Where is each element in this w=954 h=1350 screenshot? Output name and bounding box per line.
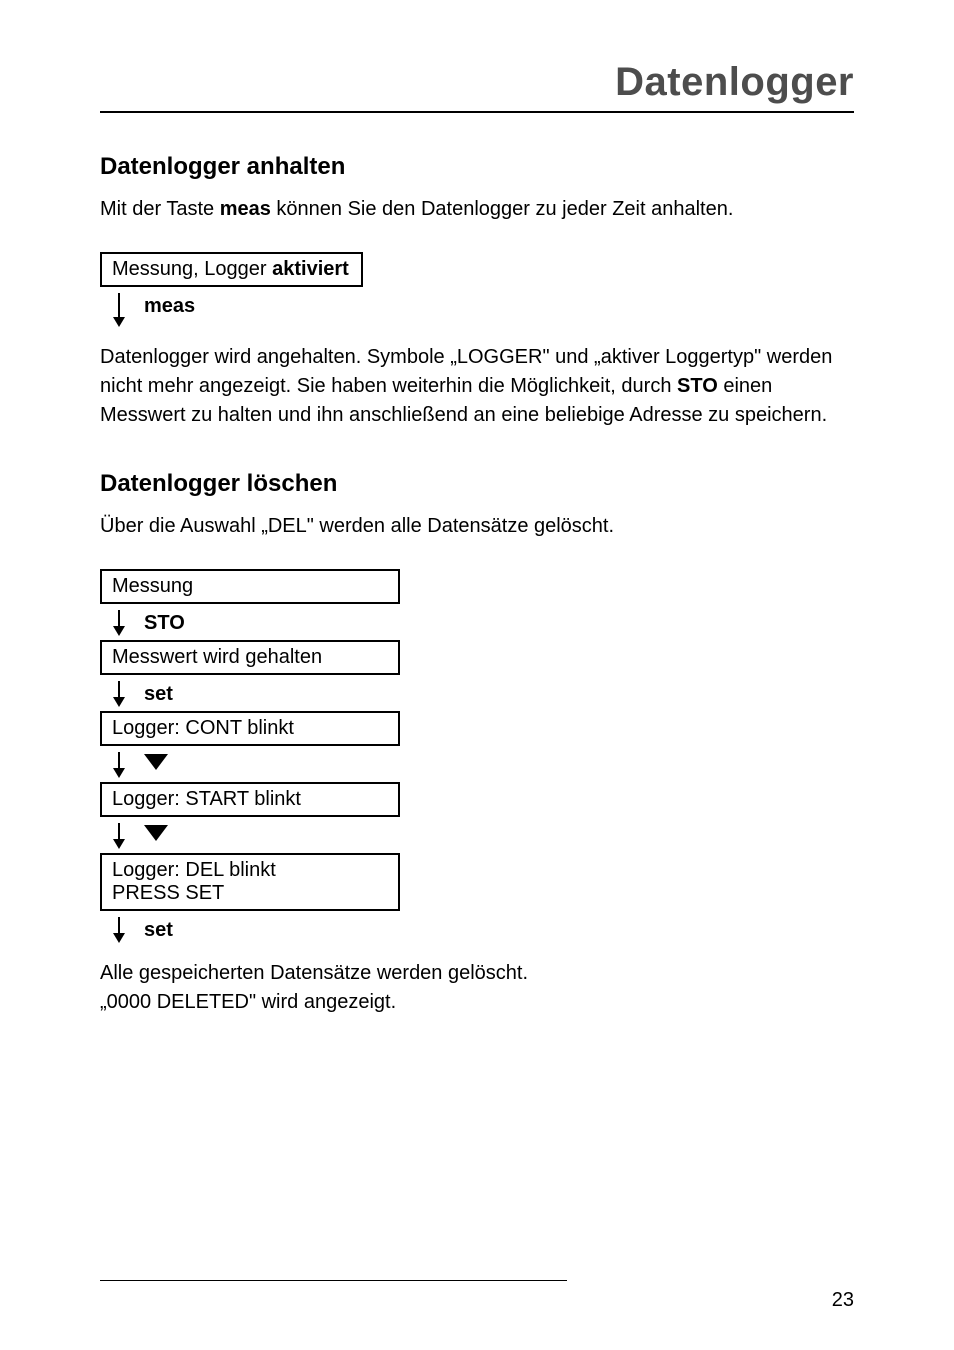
step-triangle-2 <box>112 823 854 849</box>
step-set-1: set <box>112 681 854 707</box>
arrow-down-icon <box>112 293 126 327</box>
step-label-set-1: set <box>144 681 173 706</box>
state-box-cont: Logger: CONT blinkt <box>100 711 400 746</box>
step-sto: STO <box>112 610 854 636</box>
section-heading-stop: Datenlogger anhalten <box>100 153 854 181</box>
state-del-line2: PRESS SET <box>112 882 224 904</box>
state-box-start: Logger: START blinkt <box>100 782 400 817</box>
step-label-sto: STO <box>144 610 185 635</box>
page-footer: 23 <box>100 1240 854 1312</box>
section2-intro: Über die Auswahl „DEL" werden alle Daten… <box>100 512 854 541</box>
intro-text-2: können Sie den Datenlogger zu jeder Zeit… <box>271 198 734 220</box>
state-box-logger-active: Messung, Logger aktiviert <box>100 252 363 287</box>
arrow-down-icon <box>112 917 126 943</box>
triangle-down-icon <box>144 752 168 772</box>
arrow-down-icon <box>112 752 126 778</box>
state-del-line1: Logger: DEL blinkt <box>112 859 276 881</box>
state-box-del: Logger: DEL blinkt PRESS SET <box>100 853 400 911</box>
explain-bold: STO <box>677 375 718 397</box>
step-triangle-1 <box>112 752 854 778</box>
page-number: 23 <box>100 1289 854 1312</box>
step-set-2: set <box>112 917 854 943</box>
title-rule <box>100 111 854 113</box>
section1-explain: Datenlogger wird angehalten. Symbole „LO… <box>100 343 854 430</box>
result-line1: Alle gespeicherten Datensätze werden gel… <box>100 962 528 984</box>
intro-text-1: Mit der Taste <box>100 198 220 220</box>
footer-rule <box>100 1280 567 1281</box>
page-title: Datenlogger <box>100 60 854 105</box>
result-line2: „0000 DELETED" wird angezeigt. <box>100 991 396 1013</box>
section1-intro: Mit der Taste meas können Sie den Datenl… <box>100 195 854 224</box>
step-label-meas: meas <box>144 293 195 318</box>
step-meas: meas <box>112 293 854 327</box>
triangle-down-icon <box>144 823 168 843</box>
section2-result: Alle gespeicherten Datensätze werden gel… <box>100 959 854 1017</box>
state-text-bold: aktiviert <box>272 258 349 280</box>
state-box-messwert: Messwert wird gehalten <box>100 640 400 675</box>
arrow-down-icon <box>112 823 126 849</box>
arrow-down-icon <box>112 681 126 707</box>
section-heading-delete: Datenlogger löschen <box>100 470 854 498</box>
arrow-down-icon <box>112 610 126 636</box>
intro-key: meas <box>220 198 271 220</box>
step-label-set-2: set <box>144 917 173 942</box>
state-box-messung: Messung <box>100 569 400 604</box>
state-text-1: Messung, Logger <box>112 258 272 280</box>
